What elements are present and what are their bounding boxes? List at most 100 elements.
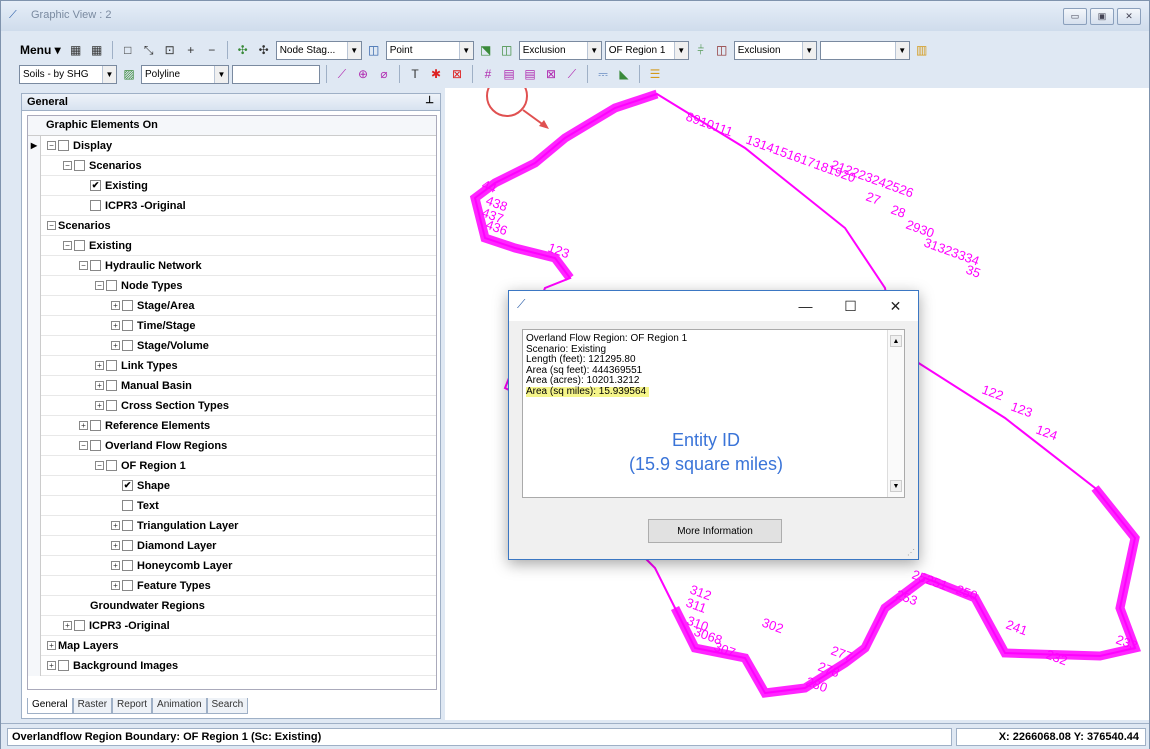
soils-select[interactable]: Soils - by SHG ▼ bbox=[19, 64, 117, 84]
row-selector[interactable] bbox=[28, 455, 41, 476]
point-select[interactable]: Point ▼ bbox=[385, 40, 474, 60]
dialog-minimize-button[interactable]: — bbox=[783, 291, 828, 321]
expand-icon[interactable]: + bbox=[111, 581, 120, 590]
tree-row[interactable]: ▶ − Display bbox=[28, 135, 436, 156]
collapse-icon[interactable]: − bbox=[95, 461, 104, 470]
delete-icon[interactable]: ⊠ bbox=[542, 65, 560, 83]
tab-general[interactable]: General bbox=[27, 698, 73, 714]
row-selector[interactable] bbox=[28, 595, 41, 616]
tree-row[interactable]: + Stage/Volume bbox=[28, 335, 436, 356]
maximize-button[interactable]: ▣ bbox=[1090, 8, 1114, 25]
row-selector[interactable] bbox=[28, 355, 41, 376]
row-selector[interactable] bbox=[28, 575, 41, 596]
more-information-button[interactable]: More Information bbox=[648, 519, 782, 543]
row-selector[interactable] bbox=[28, 315, 41, 336]
tree-row[interactable]: − OF Region 1 bbox=[28, 455, 436, 476]
expand-icon[interactable]: + bbox=[111, 561, 120, 570]
layer-checkbox[interactable] bbox=[106, 280, 117, 291]
dialog-maximize-button[interactable]: ☐ bbox=[828, 291, 873, 321]
tree-row[interactable]: + Map Layers bbox=[28, 635, 436, 656]
tree-row[interactable]: + Stage/Area bbox=[28, 295, 436, 316]
row-selector[interactable] bbox=[28, 555, 41, 576]
row-selector[interactable] bbox=[28, 215, 41, 236]
layers-icon[interactable]: ☰ bbox=[646, 65, 664, 83]
layer-checkbox[interactable] bbox=[74, 240, 85, 251]
collapse-icon[interactable]: − bbox=[63, 161, 72, 170]
crosshair-icon[interactable]: ⊕ bbox=[354, 65, 372, 83]
row-selector[interactable] bbox=[28, 155, 41, 176]
dialog-title-bar[interactable]: ⟋ — ☐ ✕ bbox=[509, 291, 918, 321]
row-selector[interactable] bbox=[28, 635, 41, 656]
tree-row[interactable]: − Scenarios bbox=[28, 155, 436, 176]
pin-icon[interactable]: ⊥ bbox=[425, 95, 434, 106]
tree-row[interactable]: + ICPR3 -Original bbox=[28, 615, 436, 636]
scroll-up-icon[interactable]: ▲ bbox=[890, 335, 902, 347]
node-stage-select[interactable]: Node Stag... ▼ bbox=[275, 40, 362, 60]
layer-checkbox[interactable]: ✔ bbox=[90, 180, 101, 191]
tree-row[interactable]: + Diamond Layer bbox=[28, 535, 436, 556]
tree-row[interactable]: ✔ Shape bbox=[28, 475, 436, 496]
row-selector[interactable] bbox=[28, 495, 41, 516]
tree-row[interactable]: − Hydraulic Network bbox=[28, 255, 436, 276]
expand-icon[interactable]: + bbox=[111, 541, 120, 550]
polyline-select[interactable]: Polyline ▼ bbox=[141, 64, 229, 84]
layer-checkbox[interactable] bbox=[90, 420, 101, 431]
measure-icon[interactable]: ⎓ bbox=[594, 65, 612, 83]
row-selector[interactable] bbox=[28, 255, 41, 276]
node-alt-icon[interactable]: ✣ bbox=[255, 41, 273, 59]
expand-icon[interactable]: + bbox=[111, 301, 120, 310]
row-selector[interactable] bbox=[28, 175, 41, 196]
layer-checkbox[interactable] bbox=[122, 580, 133, 591]
exclusion-select-1[interactable]: Exclusion ▼ bbox=[518, 40, 602, 60]
grid-alt-icon[interactable]: ▦ bbox=[88, 41, 106, 59]
grid-icon[interactable]: ▦ bbox=[67, 41, 85, 59]
expand-icon[interactable]: + bbox=[111, 321, 120, 330]
expand-icon[interactable]: + bbox=[95, 401, 104, 410]
entity-info-textbox[interactable]: Overland Flow Region: OF Region 1 Scenar… bbox=[522, 329, 905, 498]
zoom-extents-icon[interactable]: ⤡ bbox=[140, 41, 158, 59]
tree-row[interactable]: + Background Images bbox=[28, 655, 436, 676]
region-alt-icon[interactable]: ◫ bbox=[713, 41, 731, 59]
hash-icon[interactable]: # bbox=[479, 65, 497, 83]
tree-row[interactable]: + Feature Types bbox=[28, 575, 436, 596]
tree-row[interactable]: + Reference Elements bbox=[28, 415, 436, 436]
tab-animation[interactable]: Animation bbox=[152, 698, 207, 714]
row-selector[interactable] bbox=[28, 195, 41, 216]
expand-icon[interactable]: + bbox=[79, 421, 88, 430]
menu-button[interactable]: Menu ▾ bbox=[17, 43, 64, 57]
node-icon[interactable]: ✣ bbox=[234, 41, 252, 59]
row-selector[interactable] bbox=[28, 515, 41, 536]
blank-select[interactable]: ▼ bbox=[819, 40, 910, 60]
line-tool-icon[interactable]: ⟋ bbox=[563, 65, 581, 83]
row-selector[interactable]: ▶ bbox=[28, 135, 41, 156]
layer-checkbox[interactable] bbox=[106, 460, 117, 471]
exclusion-select-2[interactable]: Exclusion ▼ bbox=[733, 40, 817, 60]
layer-checkbox[interactable] bbox=[122, 560, 133, 571]
tree-row[interactable]: Groundwater Regions bbox=[28, 595, 436, 616]
layer-checkbox[interactable] bbox=[106, 400, 117, 411]
row-selector[interactable] bbox=[28, 275, 41, 296]
scroll-down-icon[interactable]: ▼ bbox=[890, 480, 902, 492]
row-selector[interactable] bbox=[28, 535, 41, 556]
dialog-close-button[interactable]: ✕ bbox=[873, 291, 918, 321]
tree-row[interactable]: − Existing bbox=[28, 235, 436, 256]
tree-row[interactable]: ✔ Existing bbox=[28, 175, 436, 196]
row-selector[interactable] bbox=[28, 335, 41, 356]
region-select[interactable]: OF Region 1 ▼ bbox=[604, 40, 689, 60]
zoom-in-icon[interactable]: + bbox=[182, 41, 200, 59]
area-icon[interactable]: ◣ bbox=[615, 65, 633, 83]
layer-checkbox[interactable] bbox=[106, 360, 117, 371]
close-button[interactable]: ✕ bbox=[1117, 8, 1141, 25]
tree-row[interactable]: + Link Types bbox=[28, 355, 436, 376]
row-selector[interactable] bbox=[28, 615, 41, 636]
tree-row[interactable]: + Honeycomb Layer bbox=[28, 555, 436, 576]
row-selector[interactable] bbox=[28, 235, 41, 256]
select-box-icon[interactable]: □ bbox=[119, 41, 137, 59]
collapse-icon[interactable]: − bbox=[47, 221, 56, 230]
text-input[interactable] bbox=[232, 64, 320, 84]
bar-chart-icon[interactable]: ▥ bbox=[913, 41, 931, 59]
zoom-window-icon[interactable]: ⊡ bbox=[161, 41, 179, 59]
collapse-icon[interactable]: − bbox=[95, 281, 104, 290]
zoom-out-icon[interactable]: − bbox=[203, 41, 221, 59]
layer-checkbox[interactable] bbox=[122, 300, 133, 311]
